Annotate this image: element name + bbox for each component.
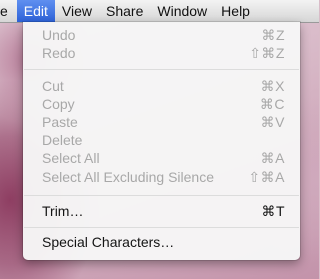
menu-separator: [24, 227, 299, 228]
menu-item-shortcut: ⌘T: [261, 203, 285, 219]
menubar-item-view[interactable]: View: [55, 0, 99, 22]
menubar-item-file[interactable]: e: [0, 0, 17, 22]
menubar-item-edit[interactable]: Edit: [16, 0, 55, 22]
menu-item-undo: Undo ⌘Z: [23, 26, 300, 44]
menu-item-select-all: Select All ⌘A: [23, 149, 300, 167]
menu-item-label: Special Characters…: [42, 234, 175, 250]
menu-item-delete: Delete: [23, 131, 300, 149]
menu-item-label: Cut: [42, 78, 64, 94]
menu-item-paste: Paste ⌘V: [23, 113, 300, 131]
menu-item-label: Copy: [42, 96, 75, 112]
menubar-item-share[interactable]: Share: [99, 0, 150, 22]
menu-item-label: Delete: [42, 132, 83, 148]
edit-menu-dropdown: Undo ⌘Z Redo ⇧⌘Z Cut ⌘X Copy ⌘C Paste ⌘V…: [23, 22, 300, 260]
menu-item-trim[interactable]: Trim… ⌘T: [23, 202, 300, 220]
menu-item-shortcut: ⌘A: [260, 150, 285, 166]
menu-item-cut: Cut ⌘X: [23, 77, 300, 95]
menu-bar: e Edit View Share Window Help: [0, 0, 319, 23]
menu-item-shortcut: ⌘C: [259, 96, 285, 112]
menu-item-label: Paste: [42, 114, 78, 130]
menu-item-shortcut: ⌘Z: [261, 27, 285, 43]
menubar-item-help[interactable]: Help: [214, 0, 257, 22]
menu-item-copy: Copy ⌘C: [23, 95, 300, 113]
menu-separator: [24, 69, 299, 70]
menu-item-shortcut: ⇧⌘A: [248, 169, 285, 185]
menu-item-label: Redo: [42, 45, 76, 61]
menu-item-label: Select All: [42, 150, 100, 166]
menu-item-redo: Redo ⇧⌘Z: [23, 44, 300, 62]
menu-item-special-characters[interactable]: Special Characters…: [23, 233, 300, 251]
menu-item-shortcut: ⌘V: [260, 114, 285, 130]
menubar-item-window[interactable]: Window: [150, 0, 214, 22]
menu-item-shortcut: ⇧⌘Z: [249, 45, 285, 61]
menu-separator: [24, 195, 299, 196]
menu-item-label: Undo: [42, 27, 76, 43]
menu-item-select-all-excluding-silence: Select All Excluding Silence ⇧⌘A: [23, 168, 300, 186]
menu-item-label: Select All Excluding Silence: [42, 169, 214, 185]
menu-item-shortcut: ⌘X: [260, 78, 285, 94]
menu-item-label: Trim…: [42, 203, 84, 219]
